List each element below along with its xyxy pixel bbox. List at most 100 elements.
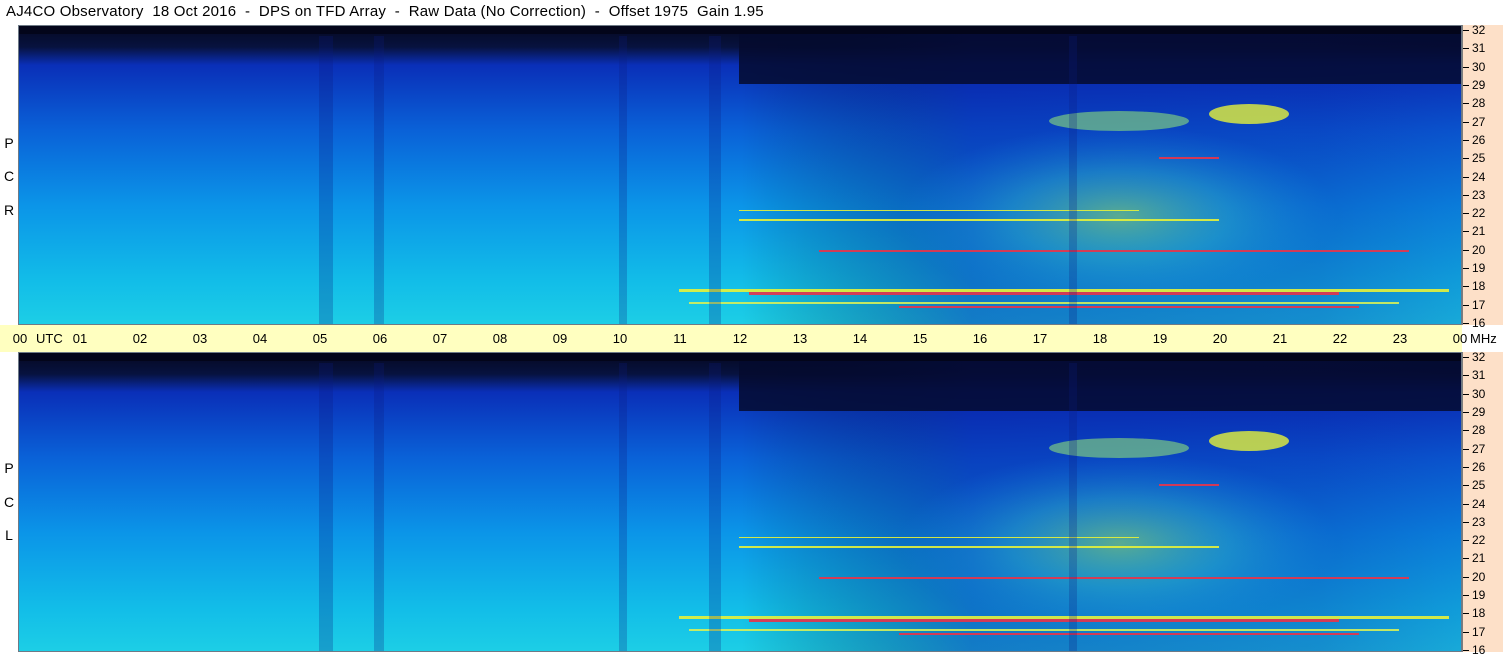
lcp-freq-tick-26 — [1463, 466, 1469, 468]
time-tick-16: 16 — [972, 331, 988, 346]
lcp-freq-label-27: 27 — [1472, 441, 1486, 456]
rcp-freq-label-21: 21 — [1472, 224, 1486, 239]
lcp-freq-label-25: 25 — [1472, 478, 1486, 493]
rcp-letter-1: P — [4, 135, 14, 151]
rcp-freq-tick-24 — [1463, 176, 1469, 178]
rcp-letter-2: C — [3, 168, 15, 184]
lcp-freq-label-22: 22 — [1472, 533, 1486, 548]
time-tick-01: 01 — [72, 331, 88, 346]
lcp-letter-1: P — [4, 460, 14, 476]
time-tick-17: 17 — [1032, 331, 1048, 346]
time-tick-18: 18 — [1092, 331, 1108, 346]
rcp-freq-tick-26 — [1463, 139, 1469, 141]
rcp-freq-tick-32 — [1463, 30, 1469, 31]
rcp-freq-tick-28 — [1463, 103, 1469, 105]
rcp-freq-label-20: 20 — [1472, 242, 1486, 257]
rcp-freq-label-24: 24 — [1472, 169, 1486, 184]
lcp-heatmap — [19, 353, 1461, 651]
time-tick-08: 08 — [492, 331, 508, 346]
rcp-freq-label-19: 19 — [1472, 261, 1486, 276]
time-tick-02: 02 — [132, 331, 148, 346]
lcp-freq-label-28: 28 — [1472, 423, 1486, 438]
rcp-freq-label-16: 16 — [1472, 316, 1486, 330]
rcp-freq-tick-25 — [1463, 158, 1469, 160]
rcp-freq-label-30: 30 — [1472, 59, 1486, 74]
rcp-freq-label-26: 26 — [1472, 132, 1486, 147]
rcp-freq-label-28: 28 — [1472, 96, 1486, 111]
time-tick-13: 13 — [792, 331, 808, 346]
lcp-freq-label-21: 21 — [1472, 551, 1486, 566]
time-tick-21: 21 — [1272, 331, 1288, 346]
lcp-freq-label-32: 32 — [1472, 350, 1486, 364]
lcp-freq-label-19: 19 — [1472, 588, 1486, 603]
time-unit-label: UTC — [36, 331, 63, 346]
time-tick-11: 11 — [673, 331, 687, 346]
lcp-freq-tick-21 — [1463, 558, 1469, 560]
rcp-label: P C R — [0, 25, 18, 325]
rcp-letter-3: R — [3, 202, 15, 218]
rcp-freq-tick-22 — [1463, 213, 1469, 215]
time-tick-15: 15 — [912, 331, 928, 346]
rcp-freq-tick-27 — [1463, 121, 1469, 123]
lcp-freq-axis: 32 31 30 29 28 27 26 25 24 23 22 21 20 19 18 17 16 — [1462, 350, 1503, 657]
lcp-freq-tick-22 — [1463, 540, 1469, 542]
lcp-freq-label-16: 16 — [1472, 643, 1486, 657]
lcp-freq-tick-17 — [1463, 631, 1469, 633]
rcp-freq-axis: 32 31 30 29 28 27 26 25 24 23 22 21 20 19 18 17 16 — [1462, 23, 1503, 330]
time-tick-12: 12 — [732, 331, 748, 346]
rcp-freq-tick-17 — [1463, 304, 1469, 306]
lcp-freq-tick-31 — [1463, 375, 1469, 377]
lcp-spectrogram — [18, 352, 1462, 652]
lcp-freq-tick-23 — [1463, 521, 1469, 523]
rcp-freq-tick-31 — [1463, 48, 1469, 50]
time-tick-05: 05 — [312, 331, 328, 346]
lcp-freq-label-17: 17 — [1472, 624, 1486, 639]
lcp-freq-tick-28 — [1463, 430, 1469, 432]
time-tick-06: 06 — [372, 331, 388, 346]
lcp-freq-label-20: 20 — [1472, 569, 1486, 584]
lcp-freq-tick-24 — [1463, 503, 1469, 505]
time-tick-10: 10 — [612, 331, 628, 346]
freq-unit-label: MHz — [1470, 331, 1497, 346]
time-tick-07: 07 — [432, 331, 448, 346]
rcp-freq-tick-30 — [1463, 66, 1469, 68]
time-tick-14: 14 — [852, 331, 868, 346]
chart-title: AJ4CO Observatory 18 Oct 2016 - DPS on T… — [6, 3, 764, 20]
rcp-freq-label-29: 29 — [1472, 77, 1486, 92]
rcp-heatmap — [19, 26, 1461, 324]
lcp-freq-tick-18 — [1463, 613, 1469, 615]
lcp-freq-label-31: 31 — [1472, 368, 1486, 383]
rcp-freq-tick-29 — [1463, 84, 1469, 86]
rcp-freq-tick-18 — [1463, 286, 1469, 288]
lcp-freq-tick-16 — [1463, 650, 1469, 651]
lcp-freq-tick-25 — [1463, 485, 1469, 487]
rcp-freq-tick-23 — [1463, 194, 1469, 196]
lcp-letter-2: C — [3, 494, 15, 510]
lcp-letter-3: L — [5, 527, 13, 543]
time-tick-09: 09 — [552, 331, 568, 346]
rcp-freq-tick-21 — [1463, 231, 1469, 233]
time-tick-start: 00 — [12, 331, 28, 346]
lcp-freq-label-29: 29 — [1472, 404, 1486, 419]
time-tick-23: 23 — [1392, 331, 1408, 346]
time-axis-bar: 00 UTC 01 02 03 04 05 06 07 08 09 10 11 … — [0, 325, 1497, 352]
rcp-freq-label-27: 27 — [1472, 114, 1486, 129]
lcp-label: P C L — [0, 352, 18, 652]
lcp-freq-label-30: 30 — [1472, 386, 1486, 401]
rcp-freq-label-17: 17 — [1472, 297, 1486, 312]
time-tick-22: 22 — [1332, 331, 1348, 346]
time-tick-19: 19 — [1152, 331, 1168, 346]
rcp-freq-tick-16 — [1463, 323, 1469, 324]
time-tick-end: 00 — [1452, 331, 1468, 346]
lcp-freq-label-26: 26 — [1472, 459, 1486, 474]
rcp-freq-label-23: 23 — [1472, 187, 1486, 202]
lcp-freq-tick-19 — [1463, 595, 1469, 597]
rcp-freq-tick-20 — [1463, 249, 1469, 251]
time-tick-04: 04 — [252, 331, 268, 346]
lcp-freq-tick-32 — [1463, 357, 1469, 358]
lcp-freq-tick-20 — [1463, 576, 1469, 578]
lcp-freq-tick-29 — [1463, 411, 1469, 413]
lcp-freq-label-23: 23 — [1472, 514, 1486, 529]
time-tick-20: 20 — [1212, 331, 1228, 346]
lcp-freq-label-18: 18 — [1472, 606, 1486, 621]
